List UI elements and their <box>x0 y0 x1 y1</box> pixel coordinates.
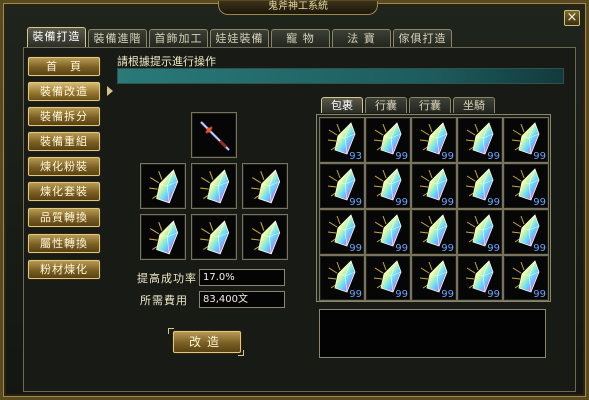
item-quantity: 99 <box>395 289 408 300</box>
inventory-slot[interactable]: 99 <box>457 117 503 163</box>
gem-crystal-icon <box>251 220 281 255</box>
progress-bar <box>117 68 564 84</box>
item-quantity: 99 <box>441 243 454 254</box>
modify-button[interactable]: 改造 <box>173 331 241 353</box>
item-quantity: 99 <box>533 151 546 162</box>
item-info-box <box>319 309 546 358</box>
inventory-slot[interactable]: 99 <box>503 255 549 301</box>
sidebar-item-equipment-recombine[interactable]: 裝備重組 <box>28 132 100 151</box>
material-slot[interactable] <box>191 214 237 260</box>
item-quantity: 99 <box>395 151 408 162</box>
inventory-slot[interactable]: 99 <box>503 163 549 209</box>
cost-value: 83,400文 <box>199 291 285 308</box>
inventory-slot[interactable]: 99 <box>503 209 549 255</box>
tab-equipment-advance[interactable]: 裝備進階 <box>88 29 147 47</box>
progress-fill <box>118 69 563 83</box>
item-quantity: 99 <box>487 151 500 162</box>
item-quantity: 99 <box>349 289 362 300</box>
inventory-slot[interactable]: 99 <box>411 255 457 301</box>
inventory-slot[interactable]: 99 <box>457 255 503 301</box>
inventory-grid: 93 99 99 99 99 99 99 99 99 99 99 99 99 9… <box>319 117 549 301</box>
close-button[interactable]: × <box>564 10 580 26</box>
top-tab-bar: 裝備打造 裝備進階 首飾加工 娃娃裝備 寵 物 法 寶 傢俱打造 <box>27 27 454 47</box>
equipment-slot[interactable] <box>191 112 237 158</box>
sidebar-item-attribute-convert[interactable]: 屬性轉換 <box>28 234 100 253</box>
inventory-slot[interactable]: 99 <box>319 209 365 255</box>
tab-inventory-pack[interactable]: 包裹 <box>321 97 363 113</box>
inventory-slot[interactable]: 99 <box>457 209 503 255</box>
tab-inventory-bag-2[interactable]: 行囊 <box>409 97 451 113</box>
item-quantity: 99 <box>441 197 454 208</box>
item-quantity: 99 <box>487 289 500 300</box>
item-quantity: 99 <box>487 243 500 254</box>
inventory-slot[interactable]: 99 <box>503 117 549 163</box>
item-quantity: 99 <box>395 243 408 254</box>
inventory-slot[interactable]: 99 <box>365 117 411 163</box>
button-corner-decoration <box>238 350 244 356</box>
sidebar-item-refine-set[interactable]: 煉化套裝 <box>28 182 100 201</box>
material-slot[interactable] <box>191 163 237 209</box>
inventory-slot[interactable]: 93 <box>319 117 365 163</box>
cost-label: 所需費用 <box>140 294 188 307</box>
instruction-text: 請根據提示進行操作 <box>117 55 216 68</box>
sidebar-item-pink-material-refine[interactable]: 粉材煉化 <box>28 260 100 279</box>
sidebar-item-refine-pink[interactable]: 煉化粉裝 <box>28 157 100 176</box>
success-rate-label: 提高成功率 <box>137 272 197 285</box>
active-item-arrow-icon <box>107 86 113 96</box>
sword-icon <box>200 121 230 151</box>
item-quantity: 99 <box>487 197 500 208</box>
button-corner-decoration <box>168 328 174 334</box>
tab-doll-equipment[interactable]: 娃娃裝備 <box>210 29 269 47</box>
tab-equipment-forge[interactable]: 裝備打造 <box>27 27 86 47</box>
gem-crystal-icon <box>149 169 179 204</box>
inventory-slot[interactable]: 99 <box>365 209 411 255</box>
item-quantity: 93 <box>349 151 362 162</box>
material-slot[interactable] <box>140 163 186 209</box>
material-slot[interactable] <box>242 214 288 260</box>
tab-inventory-bag-1[interactable]: 行囊 <box>365 97 407 113</box>
inventory-tab-bar: 包裹 行囊 行囊 坐騎 <box>321 97 497 113</box>
inventory-slot[interactable]: 99 <box>365 163 411 209</box>
sidebar-item-quality-convert[interactable]: 品質轉換 <box>28 208 100 227</box>
gem-crystal-icon <box>149 220 179 255</box>
gem-crystal-icon <box>251 169 281 204</box>
tab-treasure[interactable]: 法 寶 <box>332 29 391 47</box>
inventory-slot[interactable]: 99 <box>365 255 411 301</box>
item-quantity: 99 <box>533 243 546 254</box>
sidebar-item-equipment-split[interactable]: 裝備拆分 <box>28 107 100 126</box>
inventory-slot[interactable]: 99 <box>411 117 457 163</box>
gem-crystal-icon <box>200 220 230 255</box>
inventory-slot[interactable]: 99 <box>319 163 365 209</box>
tab-pet[interactable]: 寵 物 <box>271 29 330 47</box>
item-quantity: 99 <box>395 197 408 208</box>
window-title: 鬼斧神工系統 <box>218 1 378 15</box>
sidebar-item-equipment-modify[interactable]: 裝備改造 <box>28 82 100 101</box>
item-quantity: 99 <box>441 151 454 162</box>
item-quantity: 99 <box>533 289 546 300</box>
gem-crystal-icon <box>200 169 230 204</box>
sidebar-item-home[interactable]: 首 頁 <box>28 57 100 76</box>
inventory-slot[interactable]: 99 <box>411 209 457 255</box>
inventory-slot[interactable]: 99 <box>457 163 503 209</box>
item-quantity: 99 <box>349 197 362 208</box>
tab-furniture-forge[interactable]: 傢俱打造 <box>393 29 452 47</box>
item-quantity: 99 <box>349 243 362 254</box>
success-rate-value: 17.0% <box>199 269 285 286</box>
material-slot[interactable] <box>140 214 186 260</box>
inventory-slot[interactable]: 99 <box>319 255 365 301</box>
item-quantity: 99 <box>441 289 454 300</box>
item-quantity: 99 <box>533 197 546 208</box>
material-slot[interactable] <box>242 163 288 209</box>
tab-inventory-mount[interactable]: 坐騎 <box>453 97 495 113</box>
inventory-slot[interactable]: 99 <box>411 163 457 209</box>
tab-jewelry-processing[interactable]: 首飾加工 <box>149 29 208 47</box>
